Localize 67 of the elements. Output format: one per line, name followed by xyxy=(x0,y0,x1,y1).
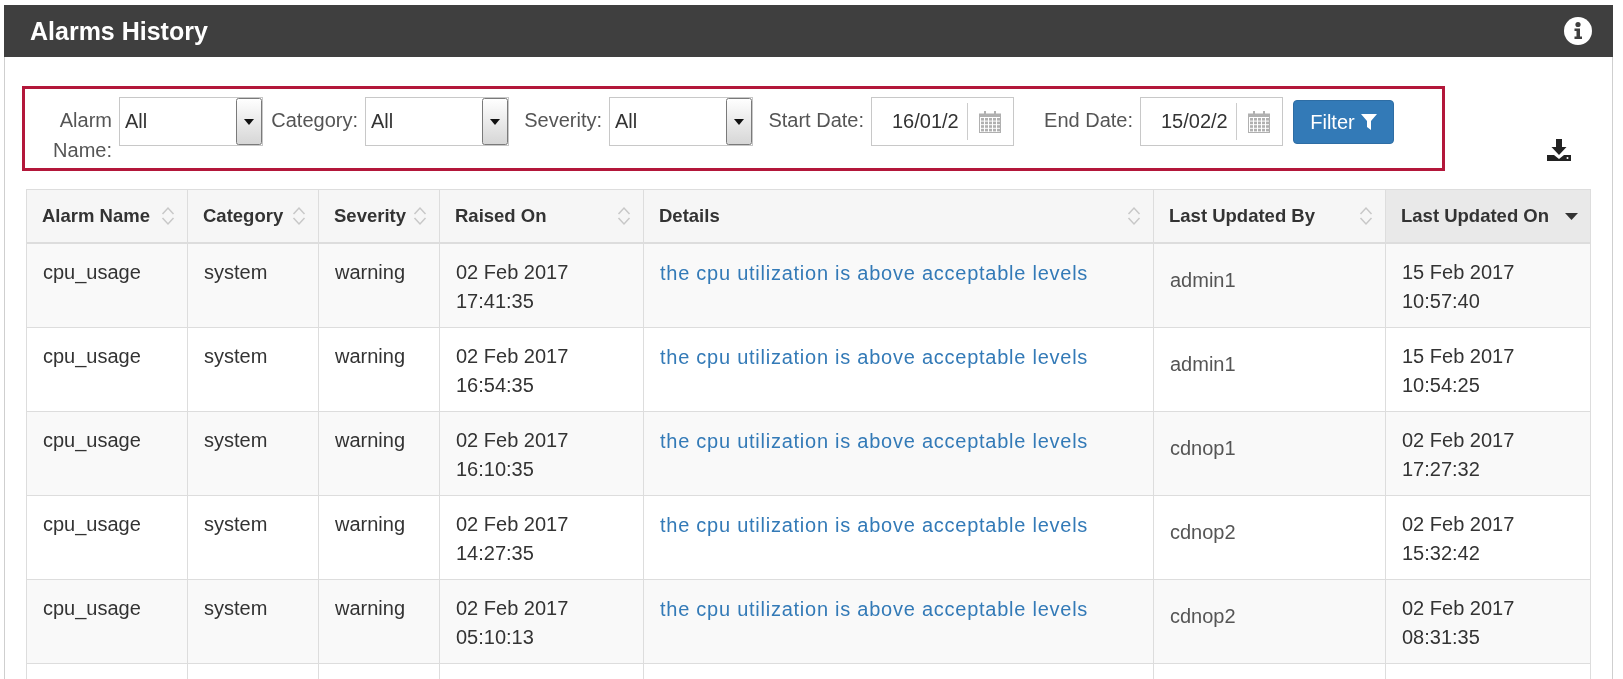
download-icon[interactable] xyxy=(1547,139,1571,161)
sort-icon xyxy=(617,205,631,227)
table-cell: cpu_usage xyxy=(27,496,188,580)
table-cell: admin1 xyxy=(1154,328,1386,412)
filter-label: End Date: xyxy=(1043,108,1133,133)
sort-icon xyxy=(1359,205,1373,227)
select-field[interactable]: All xyxy=(609,97,753,146)
filter-icon xyxy=(1360,114,1377,130)
sort-descending-icon xyxy=(1565,212,1578,220)
table-cell: cdnop1 xyxy=(1154,412,1386,496)
details-link[interactable]: the cpu utilization is above acceptable levels xyxy=(660,262,1089,284)
column-header[interactable]: Last Updated By xyxy=(1154,190,1386,244)
sort-icon xyxy=(413,205,427,227)
column-header[interactable]: Raised On xyxy=(440,190,644,244)
panel-title: Alarms History xyxy=(30,16,208,46)
table-cell: cdnop2 xyxy=(1154,580,1386,664)
table-cell: system xyxy=(188,244,319,328)
table-cell: system xyxy=(188,412,319,496)
filter-label: Category: xyxy=(270,108,358,133)
caret-icon[interactable] xyxy=(726,98,752,145)
column-header[interactable]: Alarm Name xyxy=(27,190,188,244)
table-cell: 02 Feb 2017 08:31:35 xyxy=(1386,580,1591,664)
table-cell: admin1 xyxy=(1154,244,1386,328)
details-link[interactable]: the cpu utilization is above acceptable levels xyxy=(660,514,1089,536)
details-link[interactable]: the cpu utilization is above acceptable levels xyxy=(660,346,1089,368)
caret-icon[interactable] xyxy=(236,98,262,145)
date-field[interactable]: 15/02/2 xyxy=(1140,97,1283,146)
table-cell: cpu_usage xyxy=(27,244,188,328)
table-cell: 02 Feb 2017 15:32:42 xyxy=(1386,496,1591,580)
table-cell: cpu_usage xyxy=(27,580,188,664)
table-cell: 15 Feb 2017 10:57:40 xyxy=(1386,244,1591,328)
table-cell: 02 Feb 2017 17:41:35 xyxy=(440,244,644,328)
info-icon[interactable] xyxy=(1564,17,1592,45)
filter-button[interactable]: Filter xyxy=(1293,100,1394,144)
sort-icon xyxy=(1127,205,1141,227)
filter-label: Severity: xyxy=(523,108,602,133)
column-header[interactable]: Severity xyxy=(319,190,440,244)
table-cell: system xyxy=(188,328,319,412)
caret-icon[interactable] xyxy=(482,98,508,145)
table-cell: 02 Feb 2017 14:27:35 xyxy=(440,496,644,580)
table-cell: 02 Feb 2017 05:10:13 xyxy=(440,580,644,664)
table-cell: system xyxy=(188,496,319,580)
table-cell: cpu_usage xyxy=(27,328,188,412)
details-link[interactable]: the cpu utilization is above acceptable levels xyxy=(660,430,1089,452)
table-cell: 15 Feb 2017 10:54:25 xyxy=(1386,328,1591,412)
table-cell: 02 Feb 2017 16:54:35 xyxy=(440,328,644,412)
table-cell: system xyxy=(188,580,319,664)
table-cell: warning xyxy=(319,496,440,580)
table-cell: cdnop2 xyxy=(1154,496,1386,580)
table-cell: cpu_usage xyxy=(27,412,188,496)
table-cell: 02 Feb 2017 16:10:35 xyxy=(440,412,644,496)
table-cell: warning xyxy=(319,412,440,496)
table-cell: 02 Feb 2017 17:27:32 xyxy=(1386,412,1591,496)
details-link[interactable]: the cpu utilization is above acceptable levels xyxy=(660,598,1089,620)
column-header[interactable]: Details xyxy=(644,190,1154,244)
table-cell: warning xyxy=(319,328,440,412)
table-cell: warning xyxy=(319,244,440,328)
select-field[interactable]: All xyxy=(365,97,509,146)
select-field[interactable]: All xyxy=(119,97,263,146)
table-cell: warning xyxy=(319,580,440,664)
filter-label: Start Date: xyxy=(767,108,864,133)
sort-icon xyxy=(292,205,306,227)
filter-label: Alarm Name: xyxy=(52,108,112,163)
sort-icon xyxy=(161,205,175,227)
column-header[interactable]: Category xyxy=(188,190,319,244)
date-field[interactable]: 16/01/2 xyxy=(871,97,1014,146)
column-header[interactable]: Last Updated On xyxy=(1386,190,1591,244)
